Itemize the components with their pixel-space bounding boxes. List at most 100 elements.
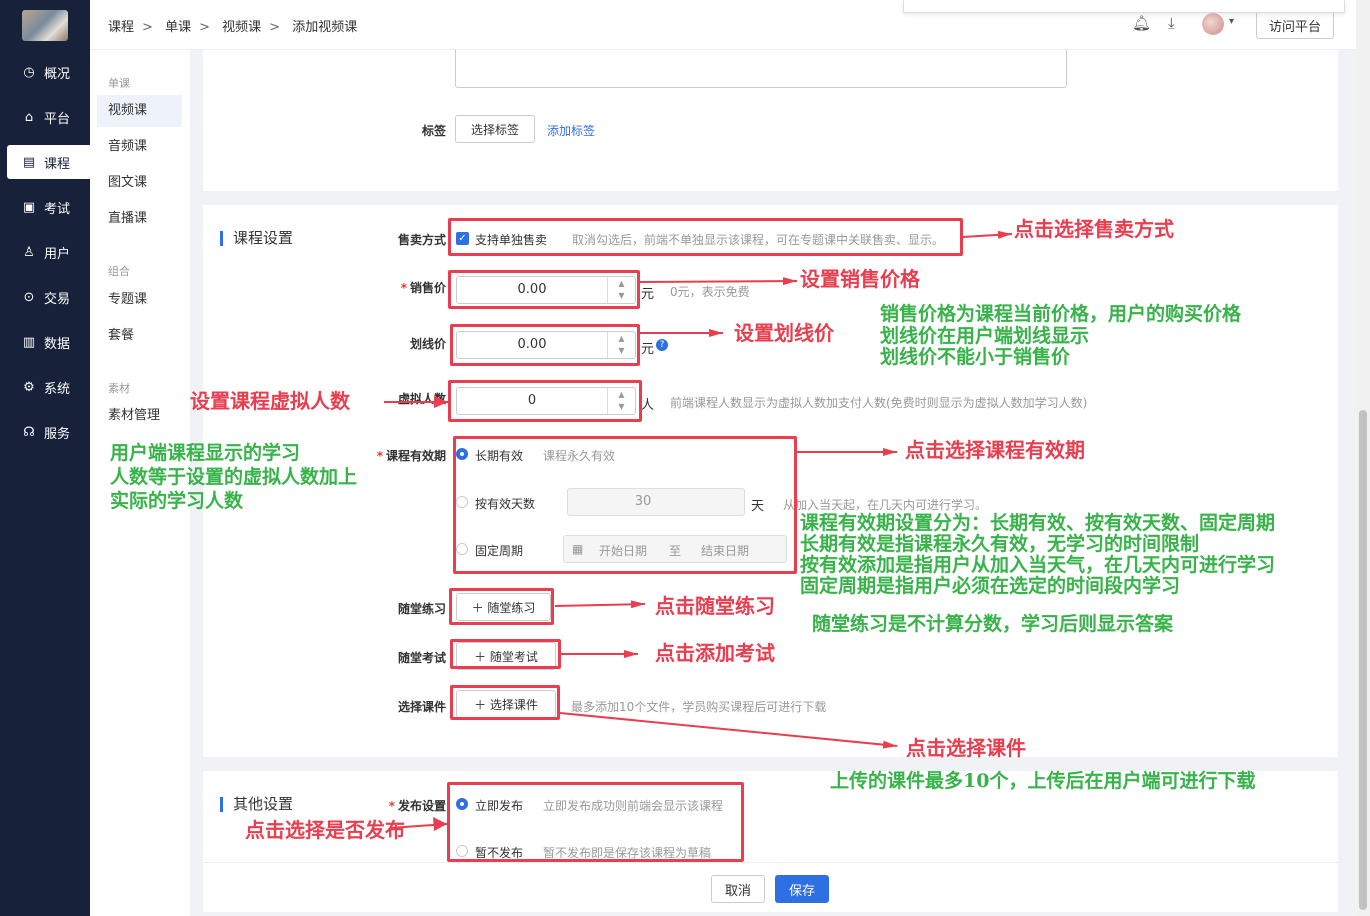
basic-info-card [203,50,1338,191]
stepper-down-icon[interactable]: ▼ [618,291,624,300]
sale-mode-checkbox[interactable]: ✓ [456,232,469,245]
end-date-input[interactable]: 结束日期 [701,542,749,559]
strike-price-stepper[interactable]: ▲ ▼ [607,332,635,358]
strike-price-input[interactable]: 0.00 ▲ ▼ [456,331,636,359]
required-mark: * [388,799,395,813]
virtual-count-hint: 前端课程人数显示为虚拟人数加支付人数(免费时则显示为虚拟人数加学习人数) [670,396,1088,410]
publish-later-label[interactable]: 暂不发布 [475,844,523,861]
add-exam-button[interactable]: ＋ 随堂考试 [456,642,556,670]
scrollbar[interactable] [1356,0,1370,916]
virtual-count-value[interactable]: 0 [457,388,607,414]
select-tags-button[interactable]: 选择标签 [455,115,535,143]
price-input[interactable]: 0.00 ▲ ▼ [456,276,636,304]
courseware-hint: 最多添加10个文件，学员购买课程后可进行下载 [571,700,827,714]
date-range-picker[interactable]: ▦ 开始日期 至 结束日期 [563,535,787,563]
validity-fixed-radio[interactable] [456,543,468,555]
validity-days-input[interactable]: 30 [567,488,745,516]
add-tag-link[interactable]: 添加标签 [547,122,595,139]
course-settings-title: 课程设置 [220,231,293,246]
add-practice-button[interactable]: ＋ 随堂练习 [456,593,551,621]
publish-now-radio[interactable] [456,798,468,810]
scrollbar-thumb[interactable] [1359,410,1367,910]
strike-price-unit: 元 [641,342,655,357]
nav-item-service[interactable]: ☊ 服务 [7,415,90,449]
validity-days-radio[interactable] [456,496,468,508]
nav-item-user[interactable]: ♙ 用户 [7,235,90,269]
strike-price-label: 划线价 [409,337,446,351]
stepper-down-icon[interactable]: ▼ [618,346,624,355]
price-label: * 销售价 [366,279,446,296]
calendar-icon: ▦ [572,542,584,556]
subnav-item-topic[interactable]: 专题课 [97,284,182,316]
bell-icon[interactable]: 🔔︎ [1132,14,1151,32]
gear-icon: ⚙ [23,379,35,395]
breadcrumb-item[interactable]: 单课 [165,20,191,35]
subnav-item-package[interactable]: 套餐 [97,320,182,352]
validity-long-term-radio[interactable] [456,448,468,460]
courseware-label: 选择课件 [397,700,446,714]
annotation-price: 设置销售价格 [800,267,920,291]
subnav-item-text[interactable]: 图文课 [97,167,182,199]
annotation-sale-mode: 点击选择售卖方式 [1014,217,1174,241]
chevron-down-icon[interactable]: ▾ [1229,16,1234,27]
add-courseware-button[interactable]: ＋ 选择课件 [456,690,556,718]
logo[interactable] [22,10,68,41]
platform-icon: ⌂ [24,109,34,125]
validity-days-label[interactable]: 按有效天数 [475,495,535,512]
required-mark: * [376,449,383,463]
avatar[interactable] [1202,13,1224,35]
breadcrumb-item[interactable]: 视频课 [222,20,261,35]
virtual-count-stepper[interactable]: ▲ ▼ [607,388,635,414]
validity-days-value[interactable]: 30 [568,489,718,515]
stepper-down-icon[interactable]: ▼ [618,402,624,411]
subnav-item-material[interactable]: 素材管理 [97,400,182,432]
chart-icon: ▥ [22,334,36,350]
subnav-group-material: 素材 [108,382,130,395]
nav-item-data[interactable]: ▥ 数据 [7,325,90,359]
nav-item-overview[interactable]: ◷ 概况 [7,55,90,89]
annotation-strike: 设置划线价 [734,321,834,345]
subnav-item-live[interactable]: 直播课 [97,203,182,235]
subnav-item-audio[interactable]: 音频课 [97,131,182,163]
nav-item-course[interactable]: ▤ 课程 [7,145,90,179]
nav-item-exam[interactable]: ▣ 考试 [7,190,90,224]
stepper-up-icon[interactable]: ▲ [618,279,624,288]
stepper-up-icon[interactable]: ▲ [618,390,624,399]
note-courseware: 上传的课件最多10个，上传后在用户端可进行下载 [830,770,1256,792]
note-price-3: 划线价不能小于销售价 [880,346,1071,368]
cancel-button[interactable]: 取消 [711,875,765,903]
price-stepper[interactable]: ▲ ▼ [607,277,635,303]
strike-price-value[interactable]: 0.00 [457,332,607,358]
publish-now-label[interactable]: 立即发布 [475,797,523,814]
validity-fixed-label[interactable]: 固定周期 [475,542,523,559]
visit-platform-button[interactable]: 访问平台 [1256,11,1334,39]
stepper-up-icon[interactable]: ▲ [618,334,624,343]
add-exam-text: 随堂考试 [489,649,538,664]
breadcrumb-separator: > [199,20,210,35]
virtual-count-input[interactable]: 0 ▲ ▼ [456,387,636,415]
annotation-virtual: 设置课程虚拟人数 [190,389,350,413]
publish-later-radio[interactable] [456,845,468,857]
nav-item-system[interactable]: ⚙ 系统 [7,370,90,404]
price-value[interactable]: 0.00 [457,277,607,303]
nav-item-trade[interactable]: ⊙ 交易 [7,280,90,314]
validity-long-term-label[interactable]: 长期有效 [475,447,523,464]
validity-days-unit: 天 [751,499,765,514]
download-icon[interactable]: ⤓ [1168,14,1175,32]
sale-mode-checkbox-label[interactable]: 支持单独售卖 [475,231,547,248]
annotation-publish: 点击选择是否发布 [245,818,405,842]
subnav-item-video[interactable]: 视频课 [97,95,182,127]
note-price-2: 划线价在用户端划线显示 [880,325,1090,347]
practice-label: 随堂练习 [397,602,446,616]
start-date-input[interactable]: 开始日期 [599,542,647,559]
publish-later-hint: 暂不发布即是保存该课程为草稿 [543,846,712,860]
help-icon[interactable]: ? [656,339,668,351]
nav-item-platform[interactable]: ⌂ 平台 [7,100,90,134]
breadcrumb-item[interactable]: 课程 [108,20,134,35]
subnav-group-single: 单课 [108,77,130,90]
note-virtual-2: 人数等于设置的虚拟人数加上 [110,466,358,488]
dropdown-popup [903,0,1345,13]
save-button[interactable]: 保存 [775,875,829,903]
subnav-group-combo: 组合 [108,265,130,278]
description-textarea[interactable] [455,50,1067,88]
